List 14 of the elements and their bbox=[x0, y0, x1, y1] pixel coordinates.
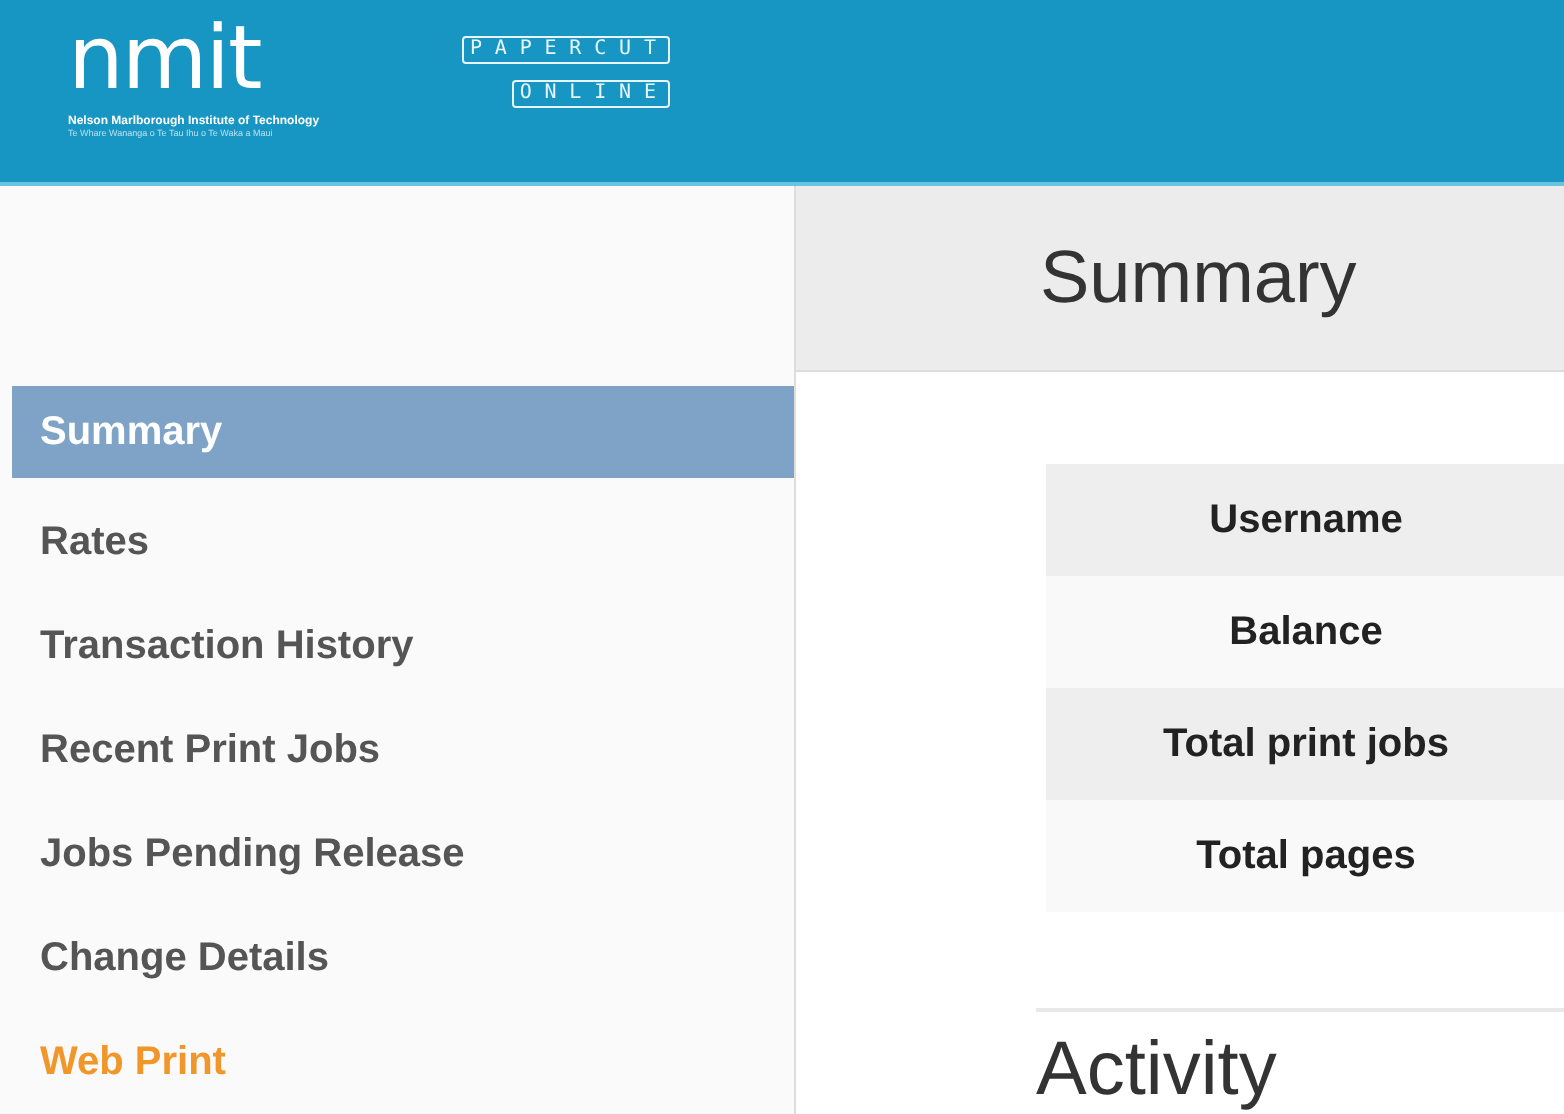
table-cell: Total pages bbox=[1046, 800, 1564, 912]
sidebar-item[interactable]: Jobs Pending Release bbox=[12, 802, 794, 907]
sidebar-item[interactable]: Transaction History bbox=[12, 594, 794, 699]
table-cell: Balance bbox=[1046, 576, 1564, 688]
section-title: Activity bbox=[1036, 1028, 1279, 1114]
page-title: Summary bbox=[1040, 236, 1357, 320]
brand-logo-text: PAPERCUT bbox=[462, 36, 671, 64]
sidebar-item[interactable]: Rates bbox=[12, 490, 794, 595]
brand-logo-text: ONLINE bbox=[511, 80, 671, 108]
sidebar-item[interactable]: Change Details bbox=[12, 906, 794, 1011]
table-cell: Username bbox=[1046, 464, 1564, 576]
logo-text: nmit bbox=[66, 20, 263, 100]
table-cell: Total print jobs bbox=[1046, 688, 1564, 800]
sidebar-item[interactable]: Recent Print Jobs bbox=[12, 698, 794, 803]
